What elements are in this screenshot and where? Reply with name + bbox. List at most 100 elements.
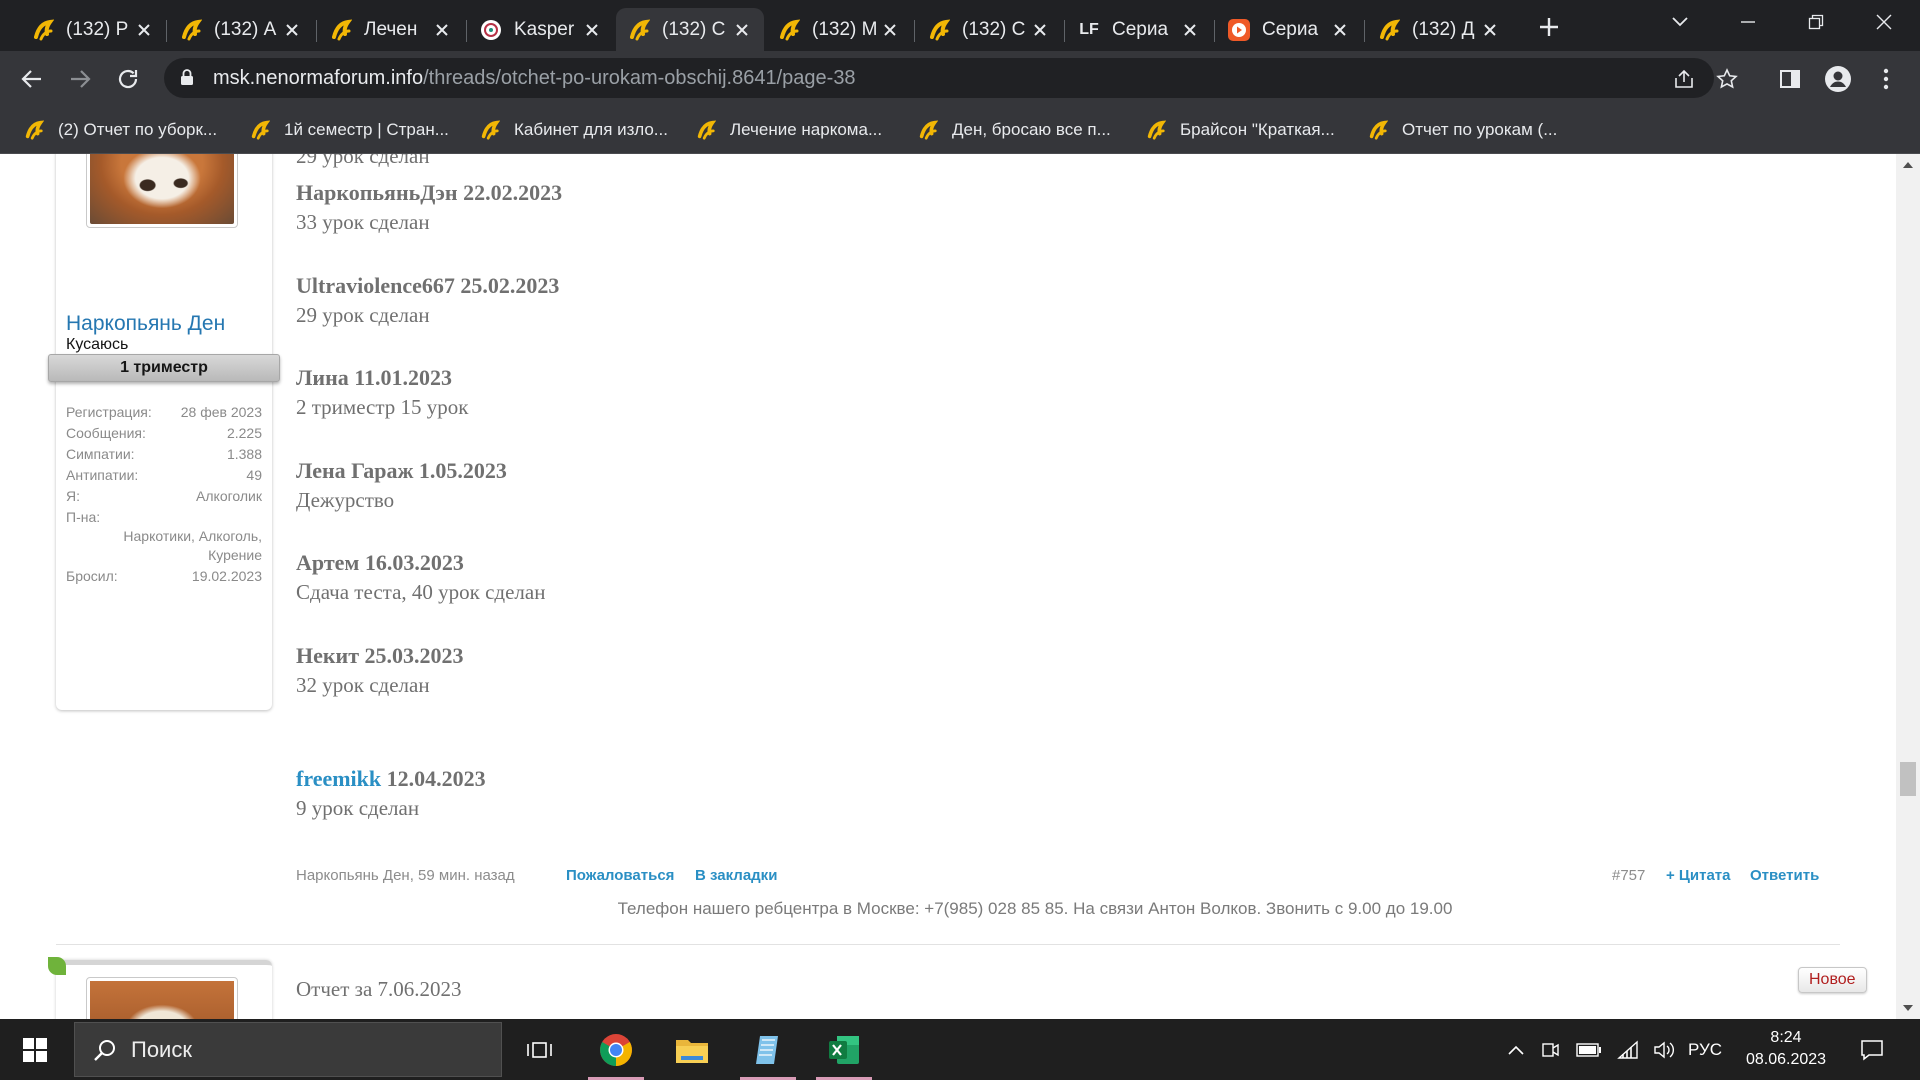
folder-icon — [676, 1039, 708, 1063]
bookmark-item[interactable]: Лечение наркома... — [696, 116, 882, 144]
bookmark-item[interactable]: Отчет по урокам (... — [1368, 116, 1557, 144]
tab-close-icon[interactable] — [1328, 18, 1352, 42]
minimize-icon — [1741, 21, 1755, 23]
bookmark-item[interactable]: Брайсон "Краткая... — [1146, 116, 1335, 144]
user-link-freemikk[interactable]: freemikk — [296, 766, 381, 791]
user-stat-value: Курение — [208, 547, 262, 563]
side-panel-button[interactable] — [1774, 63, 1806, 95]
tab-title: Лечен — [364, 18, 418, 40]
taskbar-file-explorer[interactable] — [660, 1019, 724, 1080]
bookmark-star-button[interactable] — [1714, 66, 1740, 92]
tab-close-icon[interactable] — [1178, 18, 1202, 42]
tray-clock[interactable]: 8:24 08.06.2023 — [1740, 1027, 1832, 1071]
tab-5[interactable]: (132) С — [616, 8, 764, 51]
tray-language[interactable]: РУС — [1688, 1019, 1722, 1080]
bookmark-label: (2) Отчет по уборк... — [58, 120, 218, 139]
tray-meet-button[interactable] — [1536, 1019, 1566, 1080]
bookmark-item[interactable]: Ден, бросаю все п... — [918, 116, 1111, 144]
scroll-thumb[interactable] — [1900, 762, 1916, 796]
forum-logo-icon — [778, 18, 800, 41]
browser-toolbar: msk.nenormaforum.info/threads/otchet-po-… — [0, 51, 1920, 106]
new-tab-button[interactable] — [1534, 12, 1564, 42]
signature-phone-line: Телефон нашего ребцентра в Москве: +7(98… — [617, 899, 1453, 918]
tab-close-icon[interactable] — [132, 18, 156, 42]
back-button[interactable] — [16, 63, 48, 95]
browser-tab-strip: (132) Р (132) А Лечен Kasper (132) С (132) М (… — [0, 0, 1920, 51]
bookmark-label: Лечение наркома... — [730, 120, 883, 139]
tab-separator — [1364, 20, 1365, 42]
bookmark-item[interactable]: Кабинет для изло... — [480, 116, 668, 144]
tab-9[interactable]: Сериа — [1216, 8, 1362, 51]
arrow-left-icon — [21, 70, 41, 88]
user-stat-row: Курение — [66, 547, 262, 567]
taskbar-search-placeholder: Поиск — [131, 1036, 192, 1062]
tab-title: (132) С — [662, 18, 726, 40]
tab-6[interactable]: (132) М — [766, 8, 912, 51]
tab-separator — [914, 20, 915, 42]
page-scrollbar[interactable] — [1896, 154, 1920, 1019]
taskbar-search-box[interactable]: Поиск — [74, 1022, 502, 1077]
report-entry-text: 29 урок сделан — [296, 302, 430, 327]
camera-icon — [1542, 1042, 1559, 1057]
tab-7[interactable]: (132) С — [916, 8, 1062, 51]
next-post-avatar[interactable] — [86, 977, 238, 1019]
forum-logo-icon — [32, 18, 54, 41]
forum-logo-icon — [330, 18, 352, 41]
reload-button[interactable] — [112, 63, 144, 95]
next-post-user-card — [48, 957, 272, 1019]
share-button[interactable] — [1671, 66, 1697, 92]
bookmark-link[interactable]: В закладки — [695, 867, 777, 884]
user-stat-row: П-на: — [66, 509, 262, 529]
tab-close-icon[interactable] — [1478, 18, 1502, 42]
start-button[interactable] — [0, 1019, 70, 1080]
post-number-link[interactable]: #757 — [1612, 867, 1645, 884]
tray-overflow-button[interactable] — [1502, 1019, 1530, 1080]
tab-2[interactable]: (132) А — [168, 8, 314, 51]
tab-1[interactable]: (132) Р — [20, 8, 166, 51]
tab-4[interactable]: Kasper — [468, 8, 614, 51]
tab-10[interactable]: (132) Д — [1366, 8, 1512, 51]
tab-close-icon[interactable] — [730, 18, 754, 42]
task-view-button[interactable] — [508, 1019, 572, 1080]
tab-search-button[interactable] — [1644, 0, 1716, 44]
tray-volume[interactable] — [1648, 1019, 1680, 1080]
reply-link[interactable]: Ответить — [1750, 867, 1819, 884]
tab-close-icon[interactable] — [580, 18, 604, 42]
user-stat-value: 49 — [246, 467, 262, 483]
report-entry-text: 33 урок сделан — [296, 210, 430, 234]
taskbar-notepad[interactable] — [736, 1019, 800, 1080]
tray-battery[interactable] — [1572, 1019, 1606, 1080]
forward-button[interactable] — [64, 63, 96, 95]
clock-time: 8:24 — [1770, 1029, 1802, 1046]
address-bar[interactable]: msk.nenormaforum.info/threads/otchet-po-… — [164, 58, 1738, 98]
bookmark-item[interactable]: 1й семестр | Стран... — [250, 116, 449, 144]
user-stat-value: Алкоголик — [196, 488, 262, 504]
tab-close-icon[interactable] — [430, 18, 454, 42]
report-link[interactable]: Пожаловаться — [566, 867, 674, 884]
tab-close-icon[interactable] — [1028, 18, 1052, 42]
forum-logo-icon — [1378, 18, 1400, 41]
scroll-up-arrow-icon[interactable] — [1903, 162, 1913, 168]
taskbar-excel[interactable] — [812, 1019, 876, 1080]
scroll-down-arrow-icon[interactable] — [1903, 1005, 1913, 1011]
restore-button[interactable] — [1780, 0, 1852, 44]
tab-close-icon[interactable] — [280, 18, 304, 42]
chrome-icon — [600, 1033, 632, 1066]
profile-button[interactable] — [1822, 63, 1854, 95]
user-avatar-frame[interactable] — [86, 154, 238, 228]
close-window-button[interactable] — [1848, 0, 1920, 44]
browser-menu-button[interactable] — [1870, 63, 1902, 95]
user-name-link[interactable]: Наркопьянь Ден — [66, 312, 225, 336]
tray-network[interactable] — [1612, 1019, 1644, 1080]
report-entry-text: Дежурство — [296, 487, 395, 512]
quote-link[interactable]: + Цитата — [1666, 867, 1730, 884]
tab-3[interactable]: Лечен — [318, 8, 464, 51]
notifications-button[interactable] — [1852, 1019, 1892, 1080]
tab-8[interactable]: LF Сериа — [1066, 8, 1212, 51]
minimize-button[interactable] — [1712, 0, 1784, 44]
user-title: Кусаюсь — [66, 336, 129, 353]
bookmark-item[interactable]: (2) Отчет по уборк... — [24, 116, 217, 144]
post-meta[interactable]: Наркопьянь Ден, 59 мин. назад — [296, 867, 515, 884]
taskbar-chrome[interactable] — [584, 1019, 648, 1080]
tab-close-icon[interactable] — [878, 18, 902, 42]
